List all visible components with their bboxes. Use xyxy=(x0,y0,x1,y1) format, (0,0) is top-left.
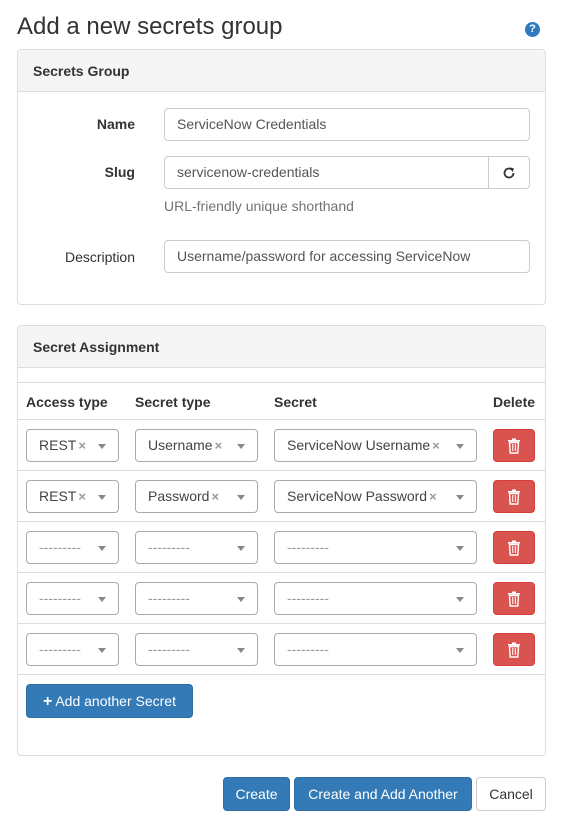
panel-divider xyxy=(18,382,545,383)
access-type-select[interactable]: REST × xyxy=(26,429,119,462)
delete-row-button[interactable] xyxy=(493,582,535,615)
access-type-placeholder: --------- xyxy=(39,539,81,555)
secret-placeholder: --------- xyxy=(287,641,329,657)
secret-type-placeholder: --------- xyxy=(148,539,190,555)
trash-icon xyxy=(508,438,520,454)
table-header-divider xyxy=(18,419,545,420)
chevron-down-icon xyxy=(456,495,464,500)
description-input[interactable]: Username/password for accessing ServiceN… xyxy=(164,240,530,273)
row-divider xyxy=(18,623,545,624)
name-input[interactable]: ServiceNow Credentials xyxy=(164,108,530,141)
row-divider xyxy=(18,572,545,573)
secret-placeholder: --------- xyxy=(287,539,329,555)
clear-icon[interactable]: × xyxy=(215,438,223,453)
secret-type-select[interactable]: --------- xyxy=(135,531,258,564)
access-type-value: REST xyxy=(39,437,77,453)
chevron-down-icon xyxy=(237,597,245,602)
secret-value: ServiceNow Username xyxy=(287,437,431,453)
access-type-select[interactable]: --------- xyxy=(26,582,119,615)
chevron-down-icon xyxy=(98,546,106,551)
secret-assignment-heading: Secret Assignment xyxy=(18,326,545,368)
trash-icon xyxy=(508,591,520,607)
row-divider xyxy=(18,470,545,471)
secret-select[interactable]: --------- xyxy=(274,582,477,615)
row-divider xyxy=(18,674,545,675)
secret-type-select[interactable]: Username × xyxy=(135,429,258,462)
secret-select[interactable]: --------- xyxy=(274,531,477,564)
secret-placeholder: --------- xyxy=(287,590,329,606)
secret-select[interactable]: --------- xyxy=(274,633,477,666)
chevron-down-icon xyxy=(237,648,245,653)
clear-icon[interactable]: × xyxy=(78,489,86,504)
clear-icon[interactable]: × xyxy=(78,438,86,453)
chevron-down-icon xyxy=(237,444,245,449)
row-divider xyxy=(18,521,545,522)
create-button[interactable]: Create xyxy=(223,777,290,811)
col-header-secret: Secret xyxy=(274,394,317,410)
description-label: Description xyxy=(64,249,135,265)
chevron-down-icon xyxy=(456,597,464,602)
cancel-button[interactable]: Cancel xyxy=(476,777,546,811)
access-type-select[interactable]: --------- xyxy=(26,633,119,666)
secret-type-value: Password xyxy=(148,488,210,504)
secret-select[interactable]: ServiceNow Username × xyxy=(274,429,477,462)
secret-type-select[interactable]: Password × xyxy=(135,480,258,513)
clear-icon[interactable]: × xyxy=(429,489,437,504)
secrets-group-heading: Secrets Group xyxy=(18,50,545,92)
secret-type-value: Username xyxy=(148,437,213,453)
access-type-placeholder: --------- xyxy=(39,641,81,657)
delete-row-button[interactable] xyxy=(493,429,535,462)
col-header-secret-type: Secret type xyxy=(135,394,211,410)
access-type-select[interactable]: REST × xyxy=(26,480,119,513)
clear-icon[interactable]: × xyxy=(211,489,219,504)
access-type-select[interactable]: --------- xyxy=(26,531,119,564)
add-secret-label: Add another Secret xyxy=(55,693,176,709)
chevron-down-icon xyxy=(98,648,106,653)
access-type-placeholder: --------- xyxy=(39,590,81,606)
chevron-down-icon xyxy=(98,444,106,449)
secret-type-select[interactable]: --------- xyxy=(135,633,258,666)
chevron-down-icon xyxy=(98,597,106,602)
chevron-down-icon xyxy=(237,546,245,551)
trash-icon xyxy=(508,540,520,556)
help-icon[interactable]: ? xyxy=(525,22,540,37)
chevron-down-icon xyxy=(456,648,464,653)
plus-icon: + xyxy=(43,693,53,710)
delete-row-button[interactable] xyxy=(493,633,535,666)
add-secret-button[interactable]: + Add another Secret xyxy=(26,684,193,718)
secret-type-placeholder: --------- xyxy=(148,641,190,657)
chevron-down-icon xyxy=(237,495,245,500)
clear-icon[interactable]: × xyxy=(432,438,440,453)
chevron-down-icon xyxy=(98,495,106,500)
col-header-access-type: Access type xyxy=(26,394,108,410)
create-and-add-another-button[interactable]: Create and Add Another xyxy=(294,777,472,811)
access-type-value: REST xyxy=(39,488,77,504)
secret-type-select[interactable]: --------- xyxy=(135,582,258,615)
slug-label: Slug xyxy=(104,164,135,180)
col-header-delete: Delete xyxy=(493,394,536,410)
refresh-icon xyxy=(503,167,515,179)
slug-help-text: URL-friendly unique shorthand xyxy=(164,198,354,214)
page-title: Add a new secrets group xyxy=(17,13,283,40)
trash-icon xyxy=(508,642,520,658)
slug-input[interactable]: servicenow-credentials xyxy=(164,156,489,189)
secret-value: ServiceNow Password xyxy=(287,488,428,504)
delete-row-button[interactable] xyxy=(493,531,535,564)
secret-type-placeholder: --------- xyxy=(148,590,190,606)
regenerate-slug-button[interactable] xyxy=(488,156,530,189)
delete-row-button[interactable] xyxy=(493,480,535,513)
secret-select[interactable]: ServiceNow Password × xyxy=(274,480,477,513)
trash-icon xyxy=(508,489,520,505)
chevron-down-icon xyxy=(456,546,464,551)
name-label: Name xyxy=(96,116,135,132)
chevron-down-icon xyxy=(456,444,464,449)
